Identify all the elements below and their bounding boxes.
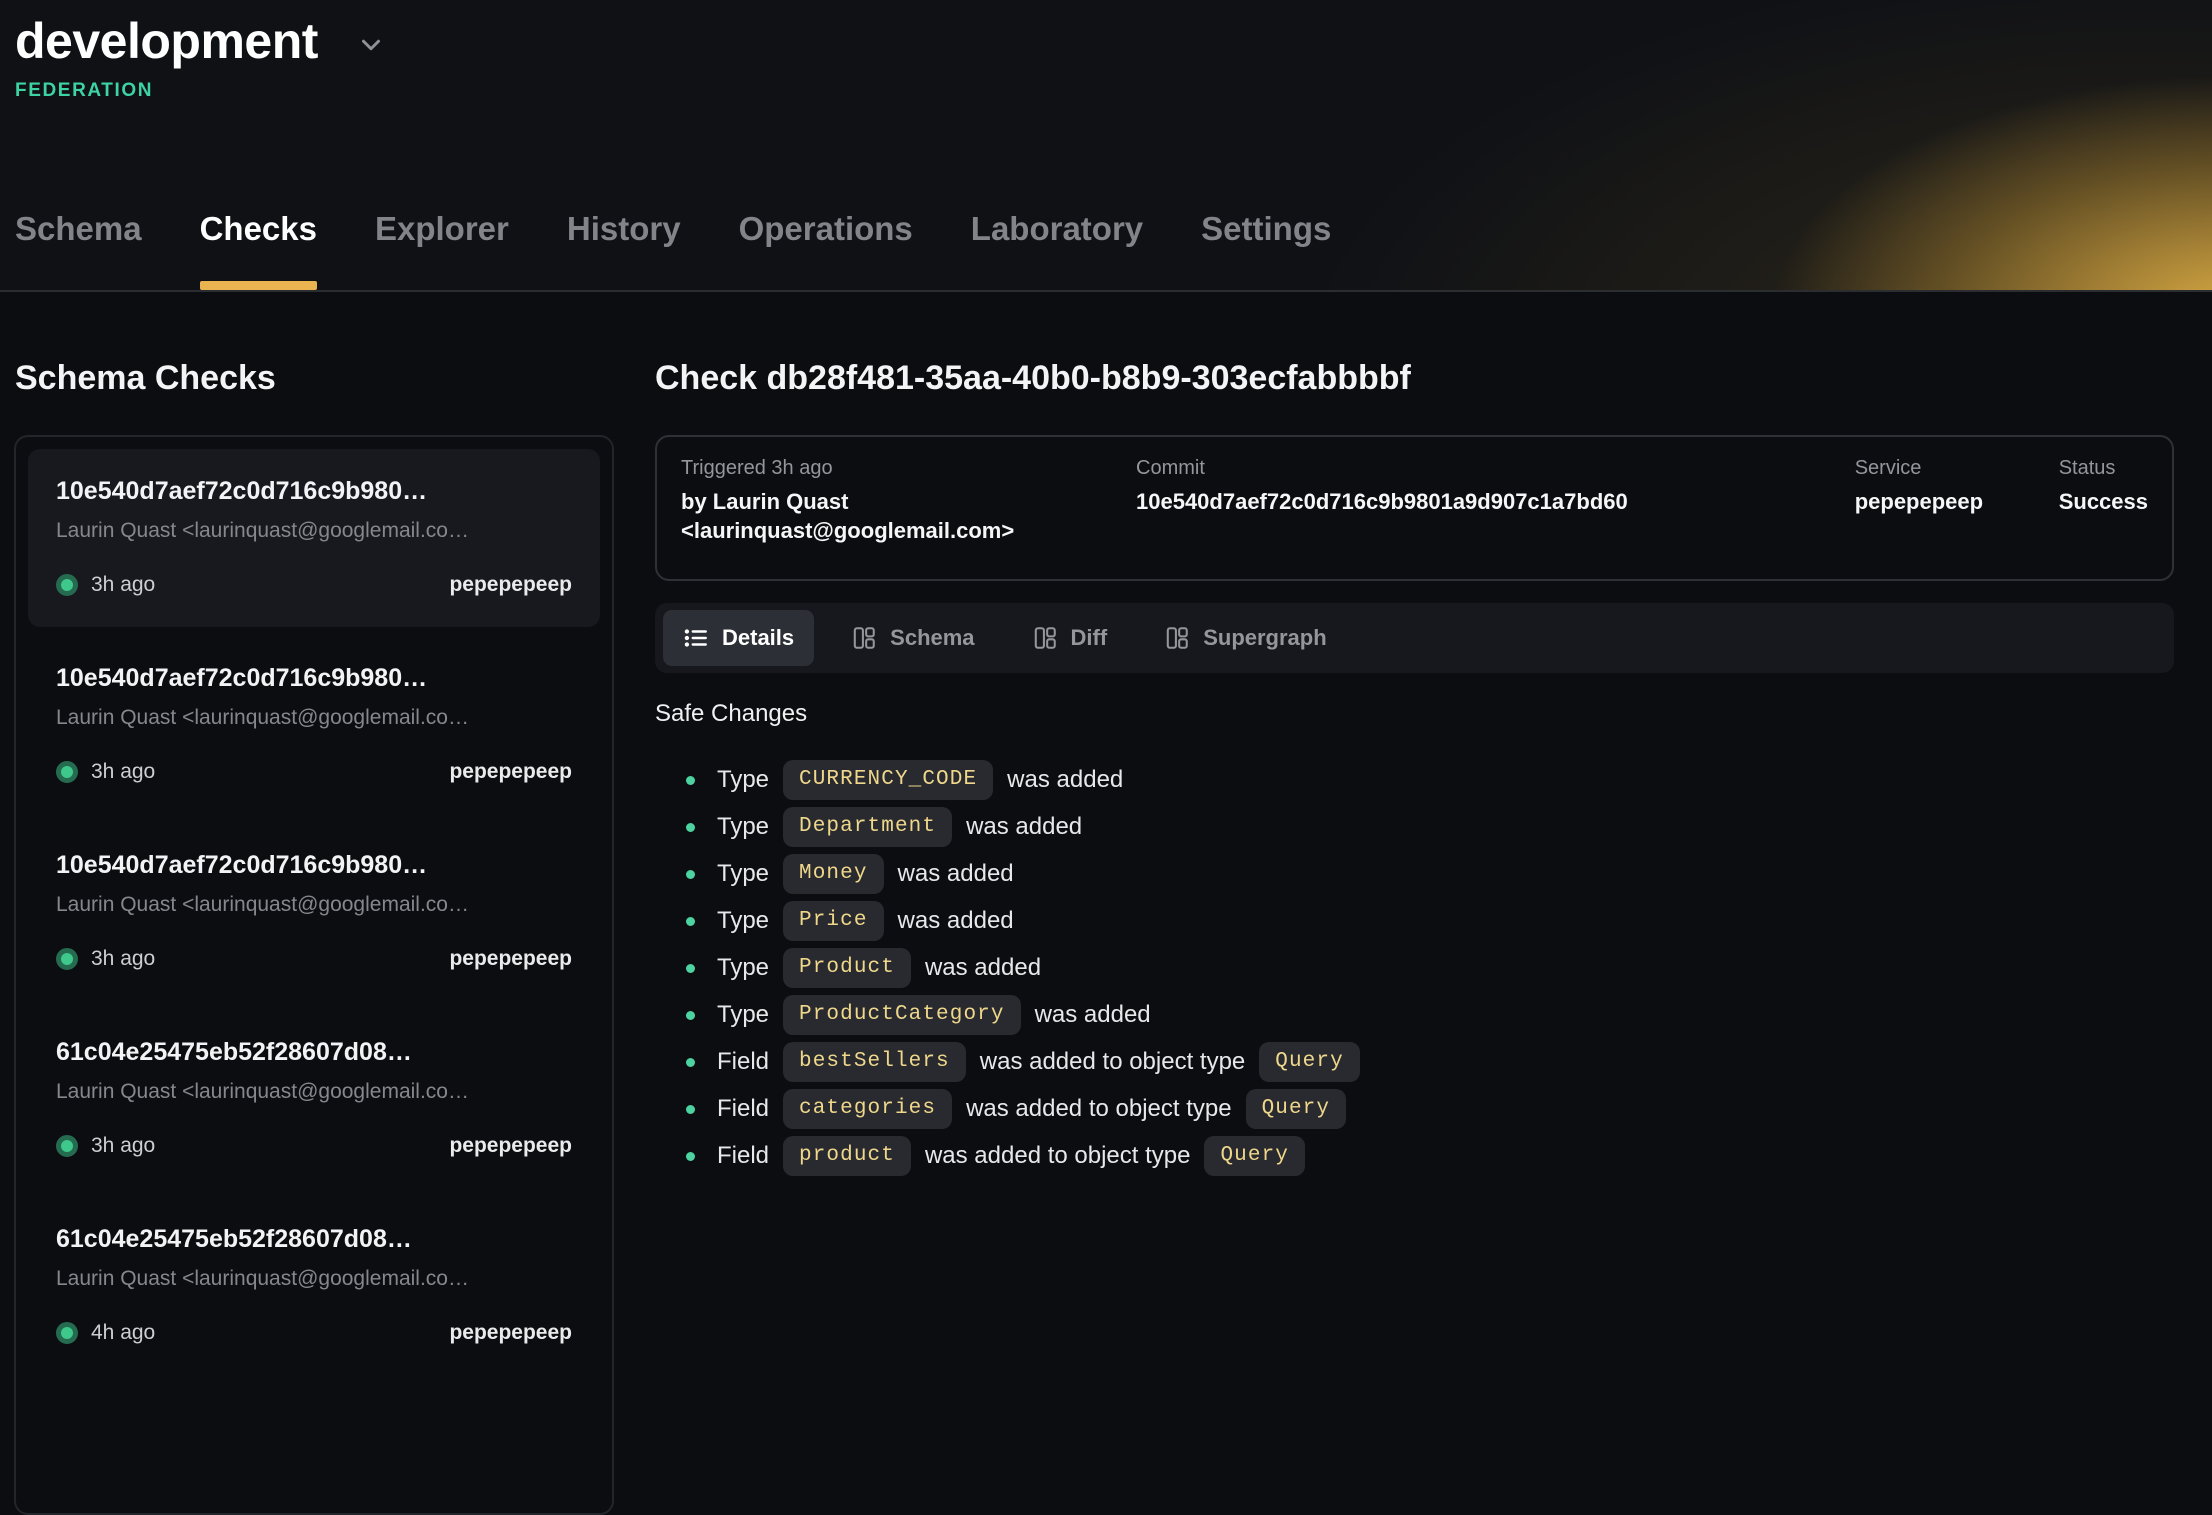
triggered-value: by Laurin Quast <laurinquast@googlemail.… [681, 487, 1106, 545]
status-dot-icon [56, 574, 78, 596]
bullet-icon [686, 1058, 695, 1067]
check-list-item[interactable]: 10e540d7aef72c0d716c9b980… Laurin Quast … [28, 636, 600, 814]
code-badge: categories [783, 1089, 952, 1129]
change-item: Type Product was added [655, 945, 2174, 992]
detail-tab-supergraph[interactable]: Supergraph [1144, 610, 1346, 666]
status-label: Status [2059, 457, 2148, 480]
status-value: Success [2059, 487, 2148, 516]
change-item: Type Money was added [655, 851, 2174, 898]
change-item: Type CURRENCY_CODE was added [655, 757, 2174, 804]
commit-value: 10e540d7aef72c0d716c9b9801a9d907c1a7bd60 [1136, 487, 1855, 516]
bullet-icon [686, 1011, 695, 1020]
project-type-badge: FEDERATION [15, 80, 2212, 102]
columns-icon [1164, 625, 1190, 651]
bullet-icon [686, 776, 695, 785]
bullet-icon [686, 823, 695, 832]
change-item: Type Department was added [655, 804, 2174, 851]
detail-tab-schema[interactable]: Schema [831, 610, 994, 666]
bullet-icon [686, 1105, 695, 1114]
check-commit-hash: 10e540d7aef72c0d716c9b980… [56, 664, 572, 693]
check-list-item[interactable]: 61c04e25475eb52f28607d08… Laurin Quast <… [28, 1010, 600, 1188]
columns-icon [1032, 625, 1058, 651]
detail-tab-bar: Details Schema Diff Supergraph [655, 603, 2174, 673]
code-badge: Query [1204, 1136, 1305, 1176]
checks-panel: Schema Checks 10e540d7aef72c0d716c9b980…… [14, 356, 614, 1515]
check-list-item[interactable]: 10e540d7aef72c0d716c9b980… Laurin Quast … [28, 449, 600, 627]
status-dot-icon [56, 948, 78, 970]
status-dot-icon [56, 761, 78, 783]
tab-explorer[interactable]: Explorer [375, 210, 509, 290]
tab-settings[interactable]: Settings [1201, 210, 1331, 290]
check-service: pepepepeep [449, 947, 572, 971]
tab-history[interactable]: History [567, 210, 681, 290]
detail-tab-details[interactable]: Details [663, 610, 814, 666]
checks-panel-title: Schema Checks [15, 356, 614, 402]
service-value: pepepepeep [1855, 487, 2059, 516]
code-badge: CURRENCY_CODE [783, 760, 993, 800]
code-badge: bestSellers [783, 1042, 966, 1082]
status-dot-icon [56, 1135, 78, 1157]
triggered-label: Triggered 3h ago [681, 457, 1106, 480]
service-label: Service [1855, 457, 2059, 480]
check-list-item[interactable]: 61c04e25475eb52f28607d08… Laurin Quast <… [28, 1197, 600, 1375]
change-item: Type Price was added [655, 898, 2174, 945]
code-badge: Price [783, 901, 884, 941]
code-badge: Product [783, 948, 911, 988]
code-badge: ProductCategory [783, 995, 1021, 1035]
check-author: Laurin Quast <laurinquast@googlemail.co… [56, 893, 572, 917]
check-time: 3h ago [91, 760, 155, 784]
check-time: 4h ago [91, 1321, 155, 1345]
check-author: Laurin Quast <laurinquast@googlemail.co… [56, 519, 572, 543]
project-name[interactable]: development [15, 12, 318, 71]
check-commit-hash: 61c04e25475eb52f28607d08… [56, 1038, 572, 1067]
check-author: Laurin Quast <laurinquast@googlemail.co… [56, 1267, 572, 1291]
detail-tab-diff[interactable]: Diff [1012, 610, 1128, 666]
commit-label: Commit [1136, 457, 1855, 480]
tab-laboratory[interactable]: Laboratory [971, 210, 1143, 290]
check-service: pepepepeep [449, 760, 572, 784]
status-dot-icon [56, 1322, 78, 1344]
change-item: Type ProductCategory was added [655, 992, 2174, 1039]
code-badge: Query [1259, 1042, 1360, 1082]
main-nav: Schema Checks Explorer History Operation… [15, 210, 2212, 290]
bullet-icon [686, 964, 695, 973]
check-time: 3h ago [91, 1134, 155, 1158]
check-meta-box: Triggered 3h ago by Laurin Quast <laurin… [655, 435, 2174, 581]
check-time: 3h ago [91, 947, 155, 971]
check-service: pepepepeep [449, 1321, 572, 1345]
change-item: Field product was added to object type Q… [655, 1133, 2174, 1180]
code-badge: Money [783, 854, 884, 894]
change-item: Field categories was added to object typ… [655, 1086, 2174, 1133]
check-author: Laurin Quast <laurinquast@googlemail.co… [56, 1080, 572, 1104]
check-list-item[interactable]: 10e540d7aef72c0d716c9b980… Laurin Quast … [28, 823, 600, 1001]
check-detail: Check db28f481-35aa-40b0-b8b9-303ecfabbb… [655, 356, 2174, 1515]
columns-icon [851, 625, 877, 651]
check-commit-hash: 10e540d7aef72c0d716c9b980… [56, 851, 572, 880]
code-badge: Query [1246, 1089, 1347, 1129]
check-service: pepepepeep [449, 1134, 572, 1158]
list-icon [683, 625, 709, 651]
tab-checks[interactable]: Checks [200, 210, 317, 290]
header: development FEDERATION Schema Checks Exp… [0, 0, 2212, 292]
safe-changes-title: Safe Changes [655, 700, 2174, 728]
check-author: Laurin Quast <laurinquast@googlemail.co… [56, 706, 572, 730]
bullet-icon [686, 870, 695, 879]
tab-operations[interactable]: Operations [739, 210, 913, 290]
check-commit-hash: 10e540d7aef72c0d716c9b980… [56, 477, 572, 506]
checks-list: 10e540d7aef72c0d716c9b980… Laurin Quast … [14, 435, 614, 1515]
safe-changes-list: Type CURRENCY_CODE was added Type Depart… [655, 757, 2174, 1180]
check-service: pepepepeep [449, 573, 572, 597]
code-badge: product [783, 1136, 911, 1176]
code-badge: Department [783, 807, 952, 847]
check-commit-hash: 61c04e25475eb52f28607d08… [56, 1225, 572, 1254]
chevron-down-icon[interactable] [356, 30, 386, 60]
change-item: Field bestSellers was added to object ty… [655, 1039, 2174, 1086]
tab-schema[interactable]: Schema [15, 210, 142, 290]
bullet-icon [686, 917, 695, 926]
check-detail-title: Check db28f481-35aa-40b0-b8b9-303ecfabbb… [655, 356, 2174, 402]
bullet-icon [686, 1152, 695, 1161]
check-time: 3h ago [91, 573, 155, 597]
